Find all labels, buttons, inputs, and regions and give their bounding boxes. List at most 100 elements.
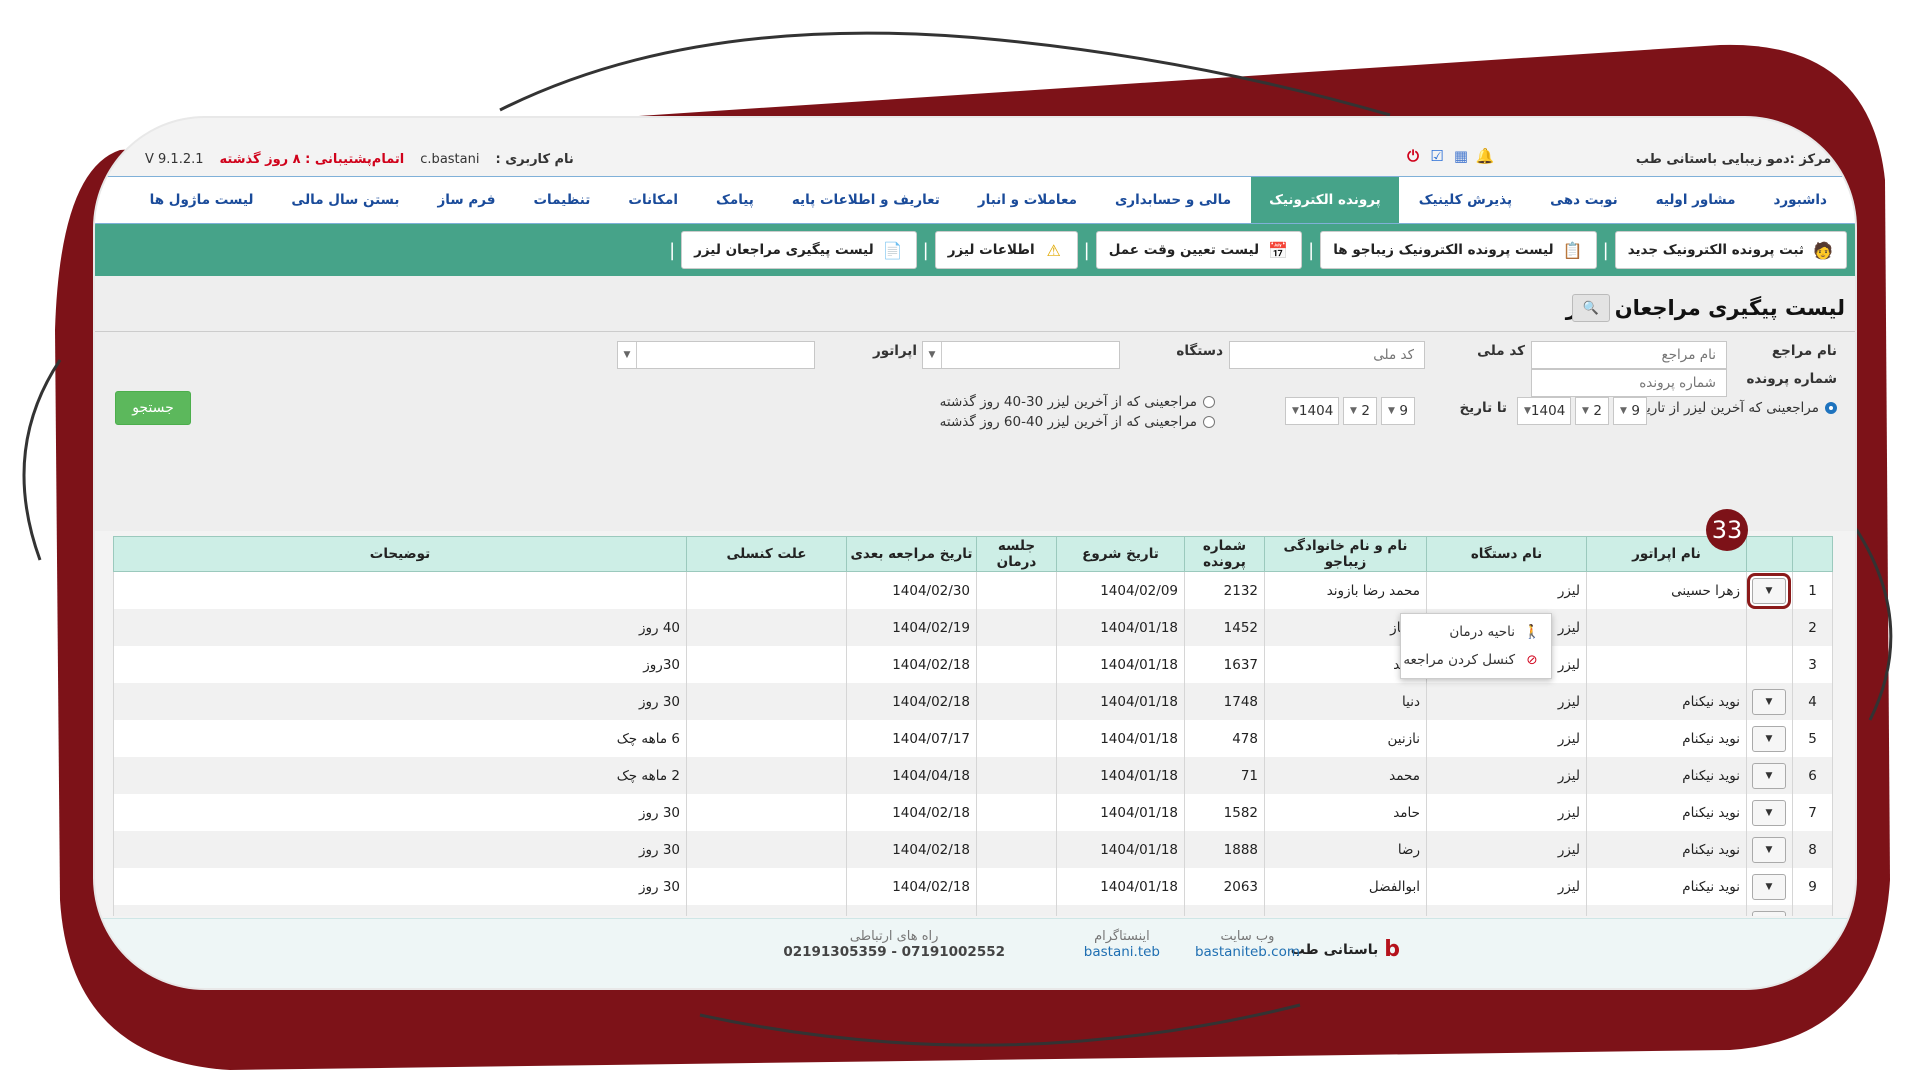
nav-clinic-reception[interactable]: پذیرش کلینیک [1401,177,1530,223]
nav-appointments[interactable]: نوبت دهی [1532,177,1636,223]
from-day-select[interactable]: ▼ 9 [1613,397,1647,425]
table-row[interactable]: 8 ▼ نوید نیکنام لیزر رضا 1888 1404/01/18 1404/0… [113,831,1833,868]
row-dropdown-button[interactable]: ▼ [1752,873,1786,900]
nav-modules-list[interactable]: لیست ماژول ها [132,177,272,223]
row-dropdown-button[interactable]: ▼ [1747,572,1791,609]
row-dropdown-button[interactable]: ▼ [1752,725,1786,752]
new-record-button[interactable]: 🧑 ثبت پرونده الکترونیک جدید [1614,231,1847,269]
table-row[interactable]: 7 ▼ نوید نیکنام لیزر حامد 1582 1404/01/18 1404/… [113,794,1833,831]
col-notes[interactable]: توضیحات [113,536,687,572]
nav-base-definitions[interactable]: تعاریف و اطلاعات پایه [774,177,958,223]
power-icon[interactable]: ⏻ [1403,146,1423,166]
col-device[interactable]: نام دستگاه [1426,536,1587,572]
bell-icon[interactable]: 🔔 [1475,146,1495,166]
file-number-input[interactable] [1531,369,1727,397]
footer-website: وب سایت bastaniteb.com [1194,929,1300,960]
nav-form-builder[interactable]: فرم ساز [420,177,514,223]
username: c.bastani [420,151,480,167]
row-dropdown-button[interactable]: ▼ [1752,799,1786,826]
radio-30-40-days[interactable]: مراجعینی که از آخرین لیزر 30-40 روز گذشت… [940,394,1215,410]
from-month-select[interactable]: ▼ 2 [1575,397,1609,425]
from-year-select[interactable]: ▼ 1404 [1517,397,1571,425]
menu-item-cancel-visit[interactable]: ⊘ کنسل کردن مراجعه [1401,646,1551,674]
row-index: 8 [1792,831,1833,868]
to-month-select[interactable]: ▼ 2 [1343,397,1377,425]
nav-inventory[interactable]: معاملات و انبار [960,177,1095,223]
operator-cell: نوید نیکنام [1586,831,1747,868]
row-dropdown-button[interactable]: ▼ [1752,910,1786,916]
table-row[interactable]: 9 ▼ نوید نیکنام لیزر ابوالفضل 2063 1404/01/18 1… [113,868,1833,905]
patient-records-list-button[interactable]: 📋 لیست پرونده الکترونیک زیباجو ها [1320,231,1597,269]
patient-name-cell: حامد [1264,794,1427,831]
radio-40-60-days[interactable]: مراجعینی که از آخرین لیزر 40-60 روز گذشت… [940,414,1215,430]
col-file-number[interactable]: شماره پرونده [1184,536,1265,572]
nav-settings[interactable]: تنظیمات [515,177,608,223]
toolbar-separator: | [1308,239,1315,261]
col-next-visit[interactable]: تاریخ مراجعه بعدی [846,536,977,572]
table-header-row: نام اپراتور نام دستگاه نام و نام خانوادگ… [113,536,1833,572]
to-day-select[interactable]: ▼ 9 [1381,397,1415,425]
device-cell: لیزر [1426,831,1587,868]
menu-item-treatment-area[interactable]: 🚶 ناحیه درمان [1401,618,1551,646]
row-dropdown-button[interactable]: ▼ [1752,762,1786,789]
col-start-date[interactable]: تاریخ شروع [1056,536,1185,572]
start-date-cell: 1404/01/18 [1056,905,1185,916]
row-action: ▼ [1746,868,1793,905]
radio-date-range[interactable]: مراجعینی که آخرین لیزر از تاریخ [1638,400,1837,416]
national-code-input[interactable] [1229,341,1425,369]
table-row[interactable]: 10 ▼ نوید نیکناملیزرزهرا17681404/01/18 1404… [113,905,1833,916]
laser-info-button[interactable]: ⚠ اطلاعات لیزر [934,231,1078,269]
followup-table: نام اپراتور نام دستگاه نام و نام خانوادگ… [113,536,1833,916]
body-icon: 🚶 [1523,624,1541,640]
table-row[interactable]: 5 ▼ نوید نیکنام لیزر نازنین 478 1404/01/18 1404… [113,720,1833,757]
table-row[interactable]: 1 ▼ زهرا حسینی لیزر محمد رضا بازوند 2132 1404/… [113,571,1833,609]
filter-panel: لیست پیگیری مراجعان لیزر 🔍 نام مراجع کد … [95,276,1855,531]
nav-dashboard[interactable]: داشبورد [1755,177,1845,223]
table-row[interactable]: 4 ▼ نوید نیکنام لیزر دنیا 1748 1404/01/18 1404/… [113,683,1833,720]
nav-features[interactable]: امکانات [610,177,696,223]
checklist-calendar-icon[interactable]: ☑ [1427,146,1447,166]
website-link[interactable]: bastaniteb.com [1195,944,1300,960]
file-number-cell: 1637 [1184,646,1265,683]
col-session[interactable]: جلسه درمان [976,536,1057,572]
patient-name-cell: زهرا [1264,905,1427,916]
search-button[interactable]: جستجو [115,391,191,425]
nav-finance[interactable]: مالی و حسابداری [1097,177,1249,223]
chevron-down-icon: ▼ [618,342,637,368]
nav-close-fiscal-year[interactable]: بستن سال مالی [273,177,417,223]
col-cancel-reason[interactable]: علت کنسلی [686,536,847,572]
radio-button[interactable] [1825,402,1837,414]
calendar-icon[interactable]: ▦ [1451,146,1471,166]
surgery-schedule-button[interactable]: 📅 لیست تعیین وقت عمل [1095,231,1303,269]
device-cell: لیزر [1426,683,1587,720]
search-toggle-button[interactable]: 🔍 [1572,294,1610,322]
row-dropdown-button[interactable]: ▼ [1752,836,1786,863]
laser-followup-list-button[interactable]: 📄 لیست پیگیری مراجعان لیزر [681,231,917,269]
operator-select[interactable]: ▼ [617,341,815,369]
nav-initial-consultant[interactable]: مشاور اولیه [1638,177,1754,223]
row-action: ▼ [1746,609,1793,646]
table-row[interactable]: 3▼لیزرحامد16371404/01/181404/02/1830روز [113,646,1833,683]
row-dropdown-button[interactable]: ▼ [1752,688,1786,715]
instagram-link[interactable]: bastani.teb [1084,944,1160,960]
radio-button[interactable] [1203,396,1215,408]
next-visit-cell: 1404/07/17 [846,720,977,757]
table-row[interactable]: 6 ▼ نوید نیکنام لیزر محمد 71 1404/01/18 1404/04… [113,757,1833,794]
chevron-down-icon: ▼ [1765,696,1773,707]
laser-warning-icon: ⚠ [1046,240,1061,260]
name-input[interactable] [1531,341,1727,369]
name-label: نام مراجع [1771,343,1837,359]
start-date-cell: 1404/02/09 [1056,571,1185,609]
nav-sms[interactable]: پیامک [698,177,772,223]
col-patient-name[interactable]: نام و نام خانوادگی زیباجو [1264,536,1427,572]
patient-name-cell: نازنین [1264,720,1427,757]
patient-name-cell: محمد [1264,757,1427,794]
table-row[interactable]: 2▼لیزرساناز14521404/01/181404/02/1940 رو… [113,609,1833,646]
record-toolbar: 🧑 ثبت پرونده الکترونیک جدید | 📋 لیست پرو… [95,224,1855,276]
to-year-select[interactable]: ▼ 1404 [1285,397,1339,425]
file-number-cell: 71 [1184,757,1265,794]
radio-button[interactable] [1203,416,1215,428]
nav-electronic-record[interactable]: پرونده الکترونیک [1251,177,1399,223]
device-select[interactable]: ▼ [922,341,1120,369]
row-action: ▼ [1746,794,1793,831]
